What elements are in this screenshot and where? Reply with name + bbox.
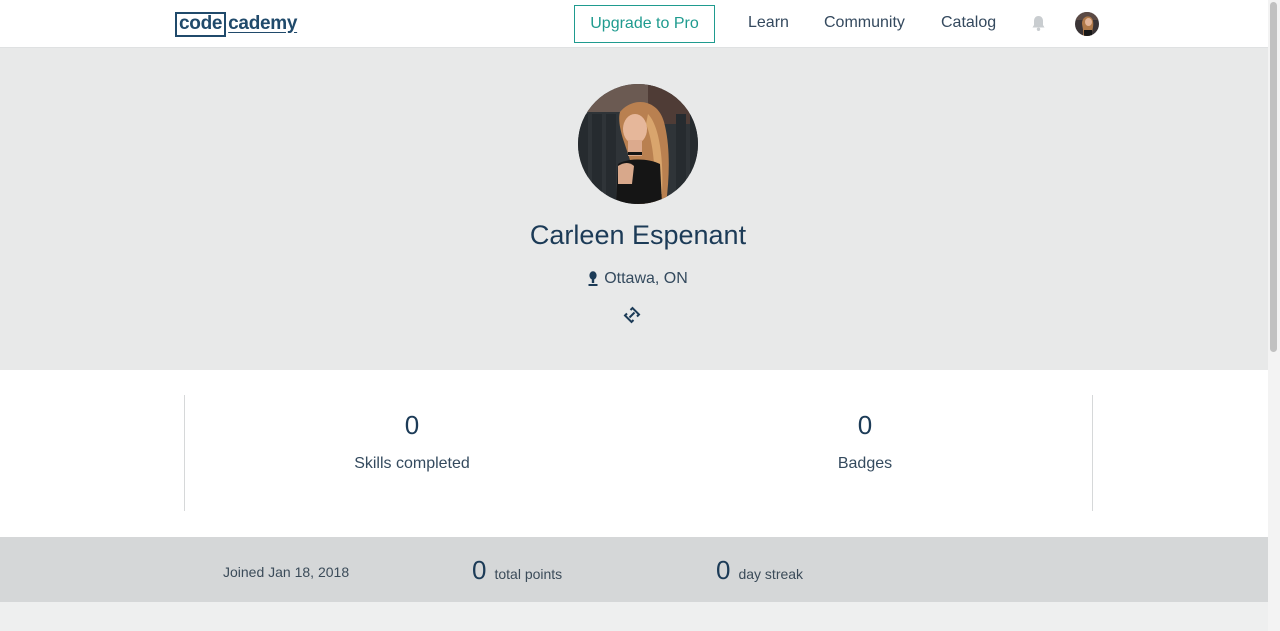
day-streak-value: 0 [716,555,731,585]
profile-header: Carleen Espenant Ottawa, ON [0,48,1268,370]
skills-label: Skills completed [354,455,470,472]
skills-count: 0 [404,410,420,440]
bell-icon[interactable] [1030,14,1047,32]
link-icon[interactable] [623,306,641,324]
location-pin-icon [588,271,598,286]
joined-date: Joined Jan 18, 2018 [223,564,350,580]
codecademy-logo[interactable]: code cademy [175,12,297,37]
total-points-label: total points [494,566,563,582]
page-content-area [0,602,1268,631]
user-avatar-menu[interactable] [1075,12,1099,36]
top-navigation-bar: code cademy Upgrade to Pro Learn Communi… [0,0,1268,48]
upgrade-to-pro-button[interactable]: Upgrade to Pro [574,5,715,43]
day-streak: 0 day streak [716,555,803,586]
profile-location: Ottawa, ON [0,270,1276,288]
stat-badges: 0 Badges [715,410,1015,473]
profile-name: Carleen Espenant [529,220,747,250]
nav-catalog[interactable]: Catalog [941,14,996,32]
stats-panel: 0 Skills completed 0 Badges [184,395,1093,511]
day-streak-label: day streak [738,566,804,582]
badges-label: Badges [837,455,893,472]
badges-count: 0 [857,410,873,440]
location-text: Ottawa, ON [604,270,688,287]
total-points-value: 0 [472,555,487,585]
stats-section: 0 Skills completed 0 Badges [0,370,1268,537]
activity-summary-strip: Joined Jan 18, 2018 0 total points 0 day… [0,537,1268,602]
stat-skills: 0 Skills completed [262,410,562,473]
nav-learn[interactable]: Learn [748,14,789,32]
profile-avatar [578,84,698,204]
total-points: 0 total points [472,555,562,586]
nav-community[interactable]: Community [824,14,905,32]
scrollbar-thumb[interactable] [1270,2,1277,352]
